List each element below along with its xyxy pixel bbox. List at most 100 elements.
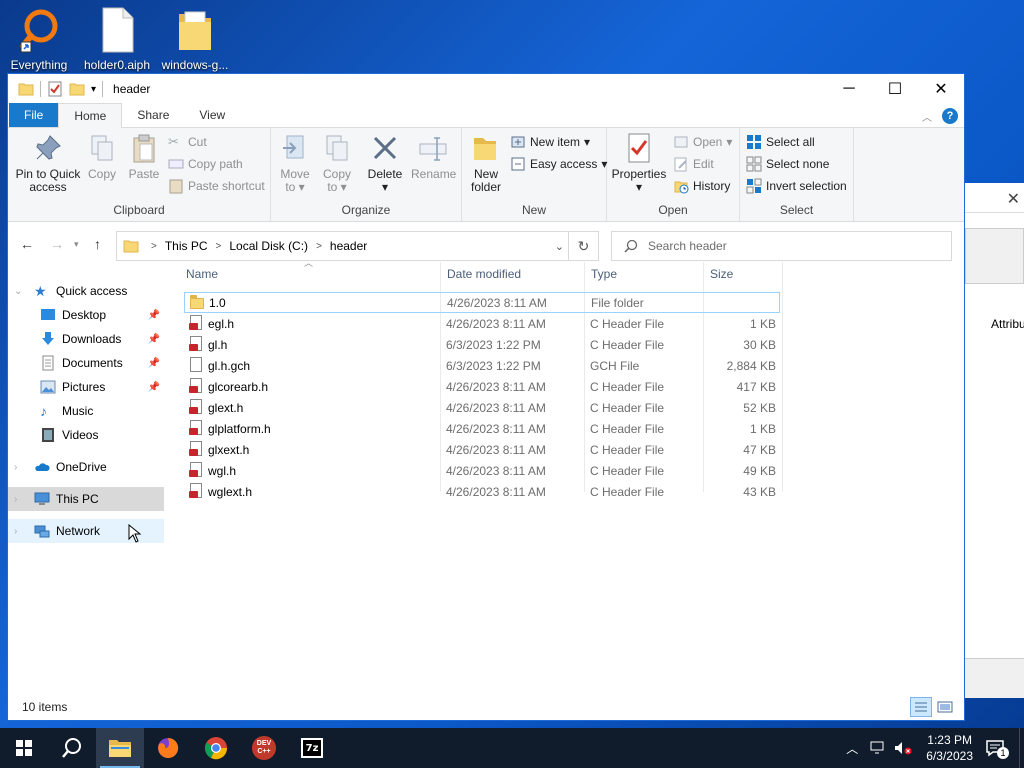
pin-icon[interactable]: 📌 bbox=[148, 382, 160, 393]
large-icons-view-icon[interactable] bbox=[934, 697, 956, 717]
taskbar-7zip[interactable]: 7z bbox=[288, 728, 336, 768]
nav-downloads[interactable]: Downloads 📌 bbox=[8, 327, 164, 351]
recent-locations-icon[interactable]: ▾ bbox=[74, 239, 79, 250]
chevron-right-icon[interactable]: › bbox=[14, 462, 17, 473]
volume-muted-icon[interactable] bbox=[894, 741, 912, 755]
chevron-down-icon[interactable]: ⌄ bbox=[14, 286, 22, 297]
column-header-date[interactable]: Date modified bbox=[447, 262, 585, 286]
collapse-ribbon-icon[interactable]: ︿ bbox=[922, 109, 932, 124]
desktop-icon-windows-folder[interactable]: windows-g... bbox=[160, 6, 230, 72]
maximize-button[interactable]: ☐ bbox=[872, 74, 918, 104]
up-arrow-icon[interactable]: ↑ bbox=[94, 236, 101, 252]
nav-pictures[interactable]: Pictures 📌 bbox=[8, 375, 164, 399]
edit-button[interactable]: Edit bbox=[673, 156, 714, 172]
paste-shortcut-button[interactable]: Paste shortcut bbox=[168, 178, 265, 194]
nav-quick-access[interactable]: ⌄ ★ Quick access bbox=[8, 279, 164, 303]
chevron-right-icon[interactable]: › bbox=[14, 494, 17, 505]
network-status-icon[interactable] bbox=[870, 741, 886, 755]
nav-documents[interactable]: Documents 📌 bbox=[8, 351, 164, 375]
start-button[interactable] bbox=[0, 728, 48, 768]
column-header-size[interactable]: Size bbox=[710, 262, 782, 286]
breadcrumb-local-disk[interactable]: Local Disk (C:) bbox=[229, 239, 308, 253]
search-input[interactable]: Search header bbox=[611, 231, 952, 261]
file-row[interactable]: egl.h 4/26/2023 8:11 AM C Header File 1 KB bbox=[184, 313, 780, 334]
nav-videos[interactable]: Videos bbox=[8, 423, 164, 447]
breadcrumb-this-pc[interactable]: This PC bbox=[165, 239, 208, 253]
file-row[interactable]: glxext.h 4/26/2023 8:11 AM C Header File 47… bbox=[184, 439, 780, 460]
file-row[interactable]: wglext.h 4/26/2023 8:11 AM C Header File 43… bbox=[184, 481, 780, 502]
nav-this-pc[interactable]: › This PC bbox=[8, 487, 164, 511]
cut-button[interactable]: ✂ Cut bbox=[168, 134, 207, 150]
help-icon[interactable]: ? bbox=[942, 108, 958, 124]
customize-toolbar-icon[interactable]: ▾ bbox=[91, 84, 96, 95]
file-row[interactable]: gl.h 6/3/2023 1:22 PM C Header File 30 KB bbox=[184, 334, 780, 355]
breadcrumb-header[interactable]: header bbox=[330, 239, 367, 253]
open-button[interactable]: Open ▾ bbox=[673, 134, 732, 150]
tab-file[interactable]: File bbox=[9, 103, 59, 127]
invert-selection-button[interactable]: Invert selection bbox=[746, 178, 847, 194]
pin-to-quick-access-button[interactable]: Pin to Quick access bbox=[14, 132, 82, 194]
show-desktop-button[interactable] bbox=[1019, 728, 1024, 768]
new-folder-button[interactable]: New folder bbox=[468, 132, 504, 194]
pin-icon[interactable]: 📌 bbox=[148, 358, 160, 369]
column-header-type[interactable]: Type bbox=[591, 262, 703, 286]
details-view-icon[interactable] bbox=[910, 697, 932, 717]
minimize-button[interactable]: ─ bbox=[826, 74, 872, 104]
copy-path-button[interactable]: Copy path bbox=[168, 156, 243, 172]
address-dropdown-icon[interactable]: ⌄ bbox=[555, 240, 564, 253]
file-row[interactable]: glplatform.h 4/26/2023 8:11 AM C Header Fi… bbox=[184, 418, 780, 439]
properties-button[interactable]: Properties ▾ bbox=[611, 132, 667, 194]
back-arrow-icon[interactable]: ← bbox=[20, 236, 34, 252]
file-row[interactable]: gl.h.gch 6/3/2023 1:22 PM GCH File 2,884 KB bbox=[184, 355, 780, 376]
nav-onedrive[interactable]: › OneDrive bbox=[8, 455, 164, 479]
rename-button[interactable]: Rename bbox=[411, 132, 456, 181]
taskbar-firefox[interactable] bbox=[144, 728, 192, 768]
tab-home[interactable]: Home bbox=[58, 103, 123, 128]
forward-arrow-icon[interactable]: → bbox=[50, 236, 64, 252]
tab-share[interactable]: Share bbox=[122, 103, 184, 127]
paste-button[interactable]: Paste bbox=[126, 132, 162, 181]
file-row[interactable]: glcorearb.h 4/26/2023 8:11 AM C Header Fil… bbox=[184, 376, 780, 397]
move-to-button[interactable]: Move to ▾ bbox=[277, 132, 313, 194]
file-explorer-window[interactable]: ▾ header ─ ☐ ✕ File Home Share View ︿ ? … bbox=[7, 73, 965, 721]
file-row[interactable]: 1.0 4/26/2023 8:11 AM File folder bbox=[184, 292, 780, 313]
pin-icon[interactable]: 📌 bbox=[148, 334, 160, 345]
system-clock[interactable]: 1:23 PM 6/3/2023 bbox=[926, 732, 973, 764]
easy-access-button[interactable]: Easy access ▾ bbox=[510, 156, 607, 172]
properties-icon[interactable] bbox=[47, 81, 63, 97]
copy-to-button[interactable]: Copy to ▾ bbox=[319, 132, 355, 194]
new-item-button[interactable]: New item ▾ bbox=[510, 134, 590, 150]
address-bar[interactable]: > This PC > Local Disk (C:) > header ⌄ ↻ bbox=[116, 231, 599, 261]
nav-desktop[interactable]: Desktop 📌 bbox=[8, 303, 164, 327]
chevron-right-icon[interactable]: > bbox=[316, 241, 322, 252]
chevron-right-icon[interactable]: > bbox=[216, 241, 222, 252]
taskbar-dev-cpp[interactable]: DEV C++ bbox=[240, 728, 288, 768]
taskbar-file-explorer[interactable] bbox=[96, 728, 144, 768]
nav-music[interactable]: ♪ Music bbox=[8, 399, 164, 423]
background-window-titlebar[interactable]: ✕ bbox=[961, 183, 1024, 213]
close-button[interactable]: ✕ bbox=[918, 74, 964, 104]
history-button[interactable]: History bbox=[673, 178, 730, 194]
show-hidden-icons-icon[interactable]: ︿ bbox=[846, 740, 858, 757]
column-header-name[interactable]: Name bbox=[186, 262, 440, 286]
copy-button[interactable]: Copy bbox=[86, 132, 118, 181]
file-row[interactable]: wgl.h 4/26/2023 8:11 AM C Header File 49 KB bbox=[184, 460, 780, 481]
select-all-button[interactable]: Select all bbox=[746, 134, 815, 150]
taskbar-search-button[interactable] bbox=[48, 728, 96, 768]
new-folder-icon[interactable] bbox=[69, 81, 85, 97]
pin-icon[interactable]: 📌 bbox=[148, 310, 160, 321]
taskbar-chrome[interactable] bbox=[192, 728, 240, 768]
refresh-icon[interactable]: ↻ bbox=[568, 232, 598, 260]
title-bar[interactable]: ▾ header ─ ☐ ✕ bbox=[8, 74, 964, 104]
file-row[interactable]: glext.h 4/26/2023 8:11 AM C Header File 52 … bbox=[184, 397, 780, 418]
chevron-right-icon[interactable]: › bbox=[14, 526, 17, 537]
desktop-icon-holder0[interactable]: holder0.aiph bbox=[82, 6, 152, 72]
tab-view[interactable]: View bbox=[184, 103, 240, 127]
notification-center-icon[interactable]: 1 bbox=[985, 739, 1009, 759]
delete-button[interactable]: Delete ▾ bbox=[365, 132, 405, 194]
select-none-button[interactable]: Select none bbox=[746, 156, 829, 172]
chevron-right-icon[interactable]: > bbox=[151, 241, 157, 252]
desktop-icon-everything[interactable]: Everything bbox=[4, 6, 74, 72]
background-window[interactable]: ✕ Attribu bbox=[960, 183, 1024, 698]
close-icon[interactable]: ✕ bbox=[1007, 189, 1020, 209]
